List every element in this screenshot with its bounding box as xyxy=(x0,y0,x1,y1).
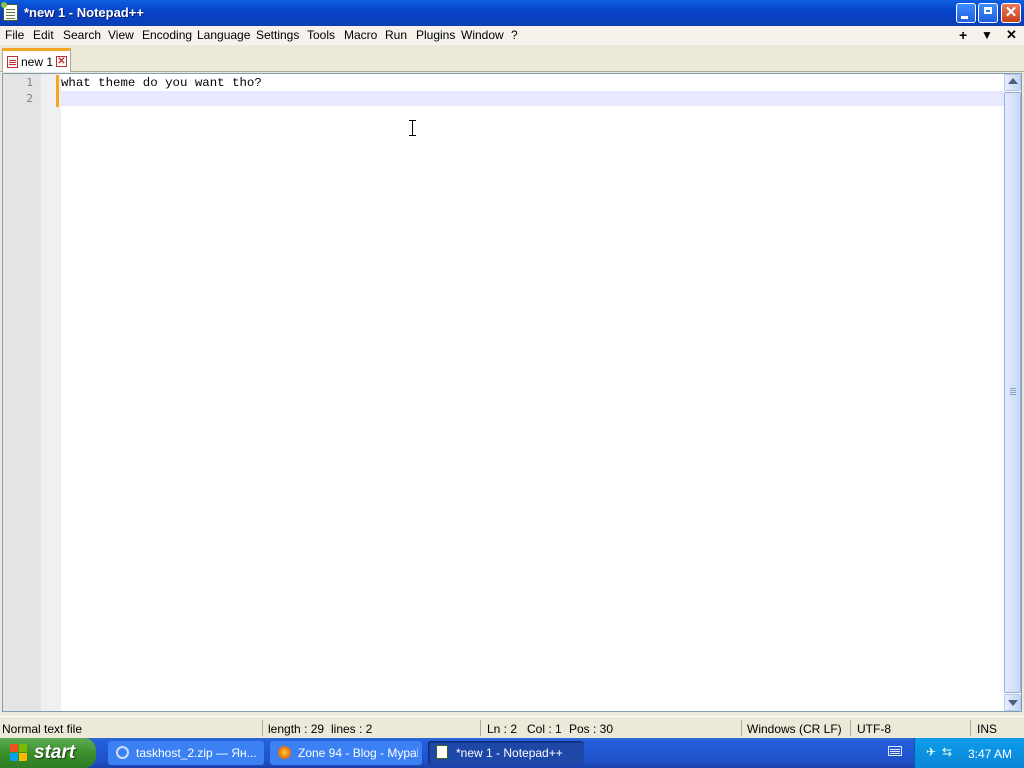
unsaved-document-icon xyxy=(7,56,18,68)
clock[interactable]: 3:47 AM xyxy=(968,747,1012,761)
tab-bar xyxy=(0,45,1024,72)
taskbar-item-label: taskhost_2.zip — Ян... xyxy=(136,746,257,760)
close-document-icon[interactable]: ✕ xyxy=(1006,27,1017,43)
vertical-scrollbar[interactable] xyxy=(1004,74,1021,711)
taskbar-item-taskhost-zip[interactable]: taskhost_2.zip — Ян... xyxy=(108,741,264,765)
arrow-down-icon xyxy=(1008,700,1018,706)
scrollbar-thumb[interactable] xyxy=(1004,92,1021,693)
menu-window[interactable]: Window xyxy=(461,28,504,42)
status-line-number: Ln : 2 xyxy=(487,722,518,736)
taskbar-item-notepad-plus-plus[interactable]: *new 1 - Notepad++ xyxy=(428,741,584,765)
close-button[interactable]: ✕ xyxy=(1001,3,1021,23)
menu-file[interactable]: File xyxy=(5,28,24,42)
menu-plugins[interactable]: Plugins xyxy=(416,28,455,42)
menu-macro[interactable]: Macro xyxy=(344,28,377,42)
tab-label: new 1 xyxy=(21,55,54,69)
network-icon[interactable]: ✈ xyxy=(926,746,940,758)
menu-search[interactable]: Search xyxy=(63,28,101,42)
status-insert-mode[interactable]: INS xyxy=(977,722,997,736)
menu-help[interactable]: ? xyxy=(511,28,518,42)
restore-button[interactable] xyxy=(978,3,998,23)
tab-close-icon[interactable]: ✕ xyxy=(56,56,67,67)
arrow-up-icon xyxy=(1008,78,1018,84)
menu-edit[interactable]: Edit xyxy=(33,28,54,42)
archive-icon xyxy=(116,746,129,759)
status-divider xyxy=(480,720,481,736)
fold-margin[interactable] xyxy=(41,74,61,711)
menu-tools[interactable]: Tools xyxy=(307,28,335,42)
taskbar-item-mypal-browser[interactable]: Zone 94 - Blog - Mypal xyxy=(270,741,422,765)
menu-settings[interactable]: Settings xyxy=(256,28,299,42)
new-document-plus-icon[interactable]: + xyxy=(959,27,967,43)
tab-new-1[interactable]: new 1 ✕ xyxy=(2,48,71,72)
status-eol[interactable]: Windows (CR LF) xyxy=(747,722,842,736)
text-line[interactable]: what theme do you want tho? xyxy=(61,76,262,90)
tab-list-dropdown-icon[interactable]: ▼ xyxy=(981,28,993,42)
taskbar-item-label: *new 1 - Notepad++ xyxy=(456,746,563,760)
change-history-marker xyxy=(56,75,59,107)
notepad-plus-plus-icon xyxy=(436,745,448,759)
title-bar[interactable]: *new 1 - Notepad++ ✕ xyxy=(0,0,1024,26)
status-encoding[interactable]: UTF-8 xyxy=(857,722,891,736)
mypal-browser-icon xyxy=(278,746,291,759)
scroll-down-button[interactable] xyxy=(1004,694,1021,711)
status-divider xyxy=(262,720,263,736)
menu-view[interactable]: View xyxy=(108,28,134,42)
status-divider xyxy=(970,720,971,736)
status-lines: lines : 2 xyxy=(331,722,373,736)
status-length: length : 29 xyxy=(268,722,325,736)
menu-encoding[interactable]: Encoding xyxy=(142,28,192,42)
line-number-gutter: 1 2 xyxy=(3,74,41,711)
status-bar: Normal text file length : 29 lines : 2 L… xyxy=(0,716,1024,739)
taskbar-item-label: Zone 94 - Blog - Mypal xyxy=(298,746,418,760)
i-beam-cursor-icon xyxy=(409,120,416,136)
windows-logo-icon xyxy=(10,744,28,762)
minimize-button[interactable] xyxy=(956,3,976,23)
status-divider xyxy=(741,720,742,736)
network-connection-icon[interactable]: ⇆ xyxy=(942,746,956,758)
menu-run[interactable]: Run xyxy=(385,28,407,42)
start-label: start xyxy=(34,742,76,763)
status-position: Pos : 30 xyxy=(569,722,614,736)
line-number: 1 xyxy=(26,76,33,89)
scrollbar-grip-icon xyxy=(1010,388,1016,389)
close-icon: ✕ xyxy=(1004,4,1018,21)
editor-area[interactable]: 1 2 what theme do you want tho? xyxy=(2,73,1022,712)
menu-language[interactable]: Language xyxy=(197,28,250,42)
status-column: Col : 1 xyxy=(527,722,562,736)
status-file-type: Normal text file xyxy=(2,722,83,736)
keyboard-layout-icon[interactable] xyxy=(888,746,902,756)
current-line-highlight xyxy=(61,91,1004,106)
line-number: 2 xyxy=(26,92,33,105)
minimize-icon xyxy=(961,16,968,19)
notepad-plus-plus-icon[interactable] xyxy=(1,2,18,21)
status-divider xyxy=(850,720,851,736)
menu-bar: File Edit Search View Encoding Language … xyxy=(0,26,1024,45)
start-button[interactable]: start xyxy=(0,738,96,768)
window-title: *new 1 - Notepad++ xyxy=(24,5,144,20)
restore-icon xyxy=(984,7,992,14)
scroll-up-button[interactable] xyxy=(1004,74,1021,91)
